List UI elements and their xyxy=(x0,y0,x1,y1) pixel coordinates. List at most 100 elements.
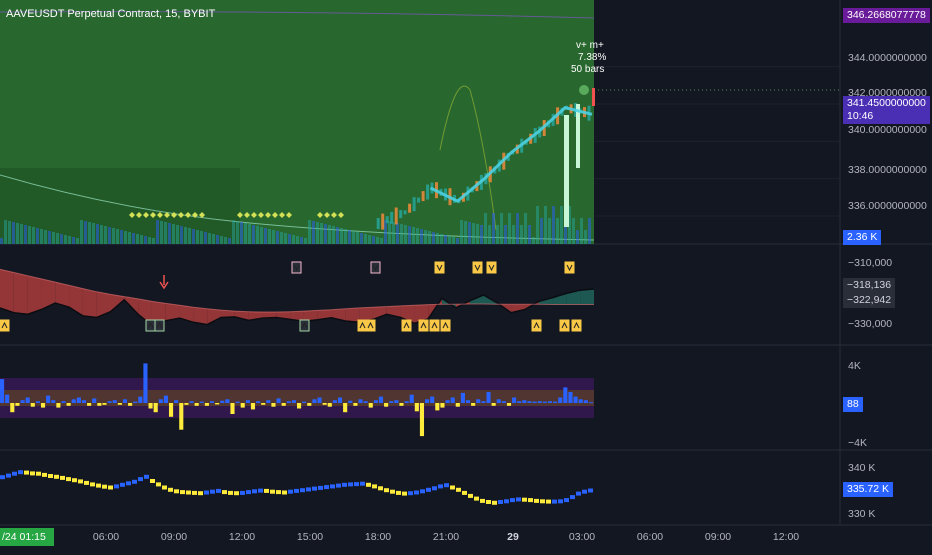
cumulative-mark xyxy=(582,489,587,494)
histogram-bar xyxy=(353,403,358,406)
histogram-bar xyxy=(250,403,256,410)
volume-bar xyxy=(192,229,195,244)
volume-bar xyxy=(312,221,315,244)
bearish-divergence-marker xyxy=(434,261,445,274)
cumulative-tag[interactable]: 335.72 K xyxy=(843,482,894,497)
oscillator-tag-a[interactable]: −318,136 xyxy=(843,278,896,293)
cumulative-mark xyxy=(522,497,527,502)
histogram-bar xyxy=(199,401,204,403)
volume-bar xyxy=(68,236,71,244)
price-axis-label: 338.0000000000 xyxy=(848,164,927,176)
volume-bar xyxy=(364,234,367,244)
cumulative-mark xyxy=(186,490,191,495)
cumulative-mark xyxy=(468,493,473,498)
volume-bar xyxy=(104,226,107,244)
volume-bar xyxy=(520,225,523,244)
volume-bar xyxy=(360,233,363,244)
volume-bar xyxy=(296,236,299,244)
histogram-bar xyxy=(97,403,102,406)
cumulative-mark xyxy=(318,485,323,490)
histogram-bar xyxy=(271,403,276,407)
volume-bar xyxy=(420,229,423,244)
oscillator-fill-segment xyxy=(13,272,28,315)
cumulative-mark xyxy=(30,471,35,476)
oscillator-fill-segment xyxy=(82,288,97,318)
cumulative-mark xyxy=(66,477,71,482)
volume-bar xyxy=(352,231,355,244)
histogram-bar xyxy=(384,403,389,407)
cumulative-mark xyxy=(528,498,533,503)
candle xyxy=(417,197,421,203)
chart-canvas[interactable] xyxy=(0,0,932,550)
time-axis-label: 21:00 xyxy=(432,531,460,543)
volume-bar xyxy=(472,223,475,244)
histogram-bar xyxy=(107,401,112,403)
volume-bar xyxy=(100,225,103,244)
volume-bar xyxy=(492,213,495,244)
histogram-axis-label: −4K xyxy=(848,437,867,449)
histogram-bar xyxy=(348,400,353,403)
histogram-bar xyxy=(297,403,302,409)
volume-bar xyxy=(344,229,347,244)
cumulative-mark xyxy=(462,490,467,495)
oscillator-tag-b[interactable]: −322,942 xyxy=(843,293,896,308)
cumulative-mark xyxy=(42,472,47,477)
histogram-bar xyxy=(143,363,148,403)
top-price-tag[interactable]: 346.2668077778 xyxy=(843,8,930,23)
volume-bar xyxy=(4,220,7,244)
volume-bar xyxy=(504,225,507,244)
volume-bar xyxy=(496,225,499,244)
histogram-bar xyxy=(317,397,322,403)
volume-bar xyxy=(252,225,255,244)
histogram-bar xyxy=(215,403,220,405)
volume-bar xyxy=(336,227,339,244)
volume-bar xyxy=(60,234,63,244)
volume-bar xyxy=(576,230,579,244)
cumulative-mark xyxy=(180,490,185,495)
volume-bar xyxy=(380,238,383,244)
histogram-tag[interactable]: 88 xyxy=(843,397,863,412)
volume-bar xyxy=(20,224,23,244)
volume-bar xyxy=(140,235,143,244)
oscillator-fill-segment xyxy=(207,308,222,325)
histogram-bar xyxy=(583,400,588,403)
volume-bar xyxy=(268,229,271,244)
histogram-bar xyxy=(558,397,563,403)
volume-bar xyxy=(244,223,247,244)
volume-bar xyxy=(92,223,95,244)
histogram-bar xyxy=(92,398,97,403)
cumulative-mark xyxy=(504,499,509,504)
histogram-bar xyxy=(61,401,66,403)
histogram-bar xyxy=(512,397,517,403)
volume-bar xyxy=(240,222,243,244)
signal-dot[interactable] xyxy=(579,85,589,95)
volume-bar xyxy=(156,220,159,244)
histogram-bar xyxy=(71,399,76,403)
bearish-signal-marker xyxy=(370,261,381,274)
last-candle[interactable] xyxy=(592,88,595,106)
cumulative-mark xyxy=(360,481,365,486)
chart-title[interactable]: AAVEUSDT Perpetual Contract, 15, BYBIT xyxy=(6,8,215,20)
cumulative-mark xyxy=(552,499,557,504)
histogram-bar xyxy=(425,399,430,403)
volume-bar xyxy=(400,224,403,244)
volume-bar xyxy=(276,231,279,244)
cumulative-axis-label: 330 K xyxy=(848,508,876,520)
cumulative-mark xyxy=(222,490,227,495)
volume-bar xyxy=(64,235,67,244)
histogram-bar xyxy=(148,403,153,409)
trading-chart[interactable]: AAVEUSDT Perpetual Contract, 15, BYBIT v… xyxy=(0,0,932,550)
histogram-bar xyxy=(389,401,394,403)
histogram-bar xyxy=(230,403,235,414)
volume-bar xyxy=(572,218,575,244)
candle xyxy=(576,104,580,168)
price-axis-label: 336.0000000000 xyxy=(848,200,927,212)
volume-tag[interactable]: 2.36 K xyxy=(843,230,882,245)
volume-bar xyxy=(304,238,307,244)
current-price-tag[interactable]: 341.4500000000 10:46 xyxy=(843,96,930,124)
cumulative-mark xyxy=(390,489,395,494)
histogram-bar xyxy=(66,403,71,406)
volume-bar xyxy=(552,206,555,244)
volume-bar xyxy=(388,221,391,244)
histogram-bar xyxy=(481,401,486,403)
